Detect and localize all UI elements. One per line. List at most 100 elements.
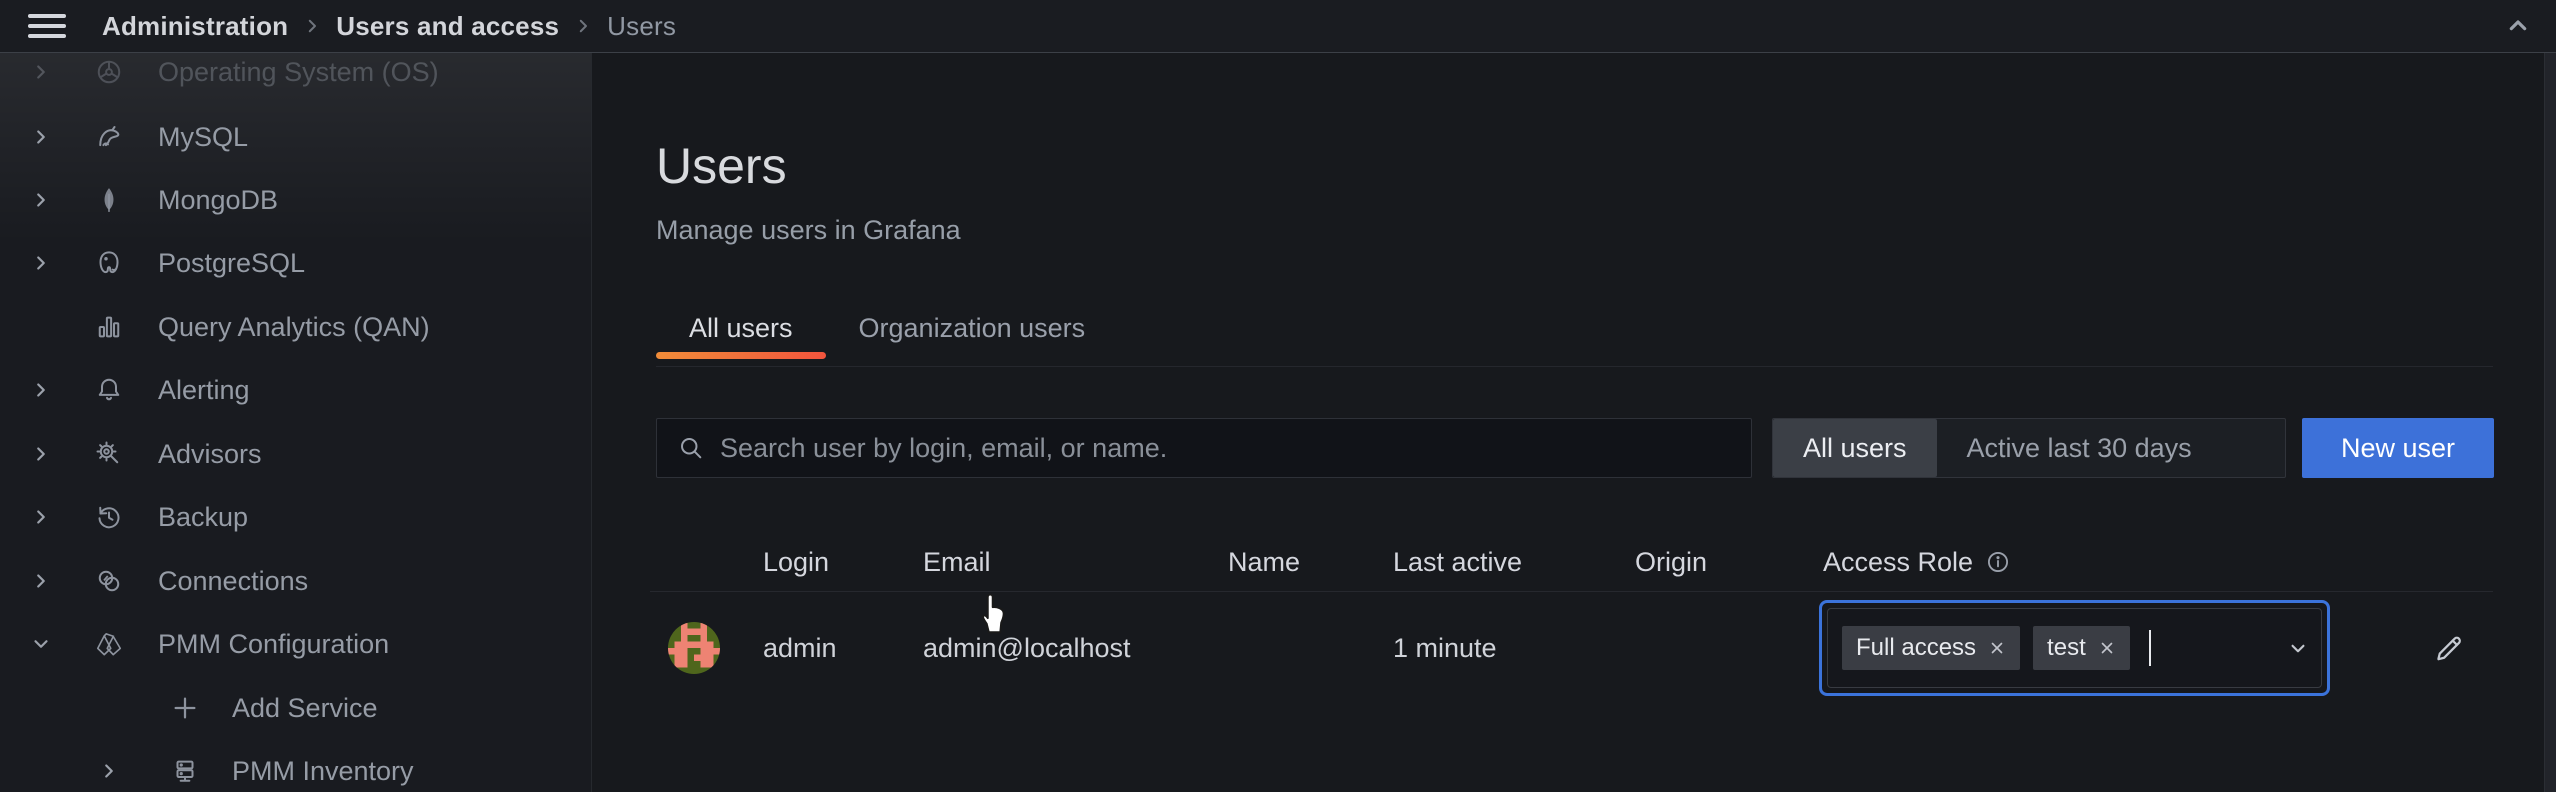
breadcrumb-users: Users	[607, 11, 676, 42]
chevron-right-icon[interactable]	[30, 126, 52, 148]
breadcrumb-administration[interactable]: Administration	[102, 11, 288, 42]
role-tag-label: Full access	[1856, 634, 1976, 662]
chevron-right-icon[interactable]	[30, 252, 52, 274]
sidebar-item-label: MySQL	[158, 122, 248, 153]
header-email: Email	[905, 547, 1210, 578]
sidebar-item-label: Backup	[158, 502, 248, 533]
menu-toggle-icon[interactable]	[28, 14, 66, 38]
sidebar-item-postgresql[interactable]: PostgreSQL	[0, 235, 591, 291]
new-user-button[interactable]: New user	[2302, 418, 2494, 478]
search-icon	[677, 434, 705, 462]
role-tag-test: test	[2033, 626, 2130, 670]
header-origin: Origin	[1617, 547, 1805, 578]
sidebar-item-label: Connections	[158, 566, 308, 597]
filter-all-users[interactable]: All users	[1773, 419, 1937, 477]
chevron-right-icon[interactable]	[30, 570, 52, 592]
access-role-picker[interactable]: Full access test	[1819, 600, 2330, 696]
sidebar-item-label: Alerting	[158, 375, 250, 406]
mongodb-icon	[94, 185, 124, 215]
tab-organization-users[interactable]: Organization users	[826, 300, 1119, 356]
os-icon	[94, 57, 124, 87]
chevron-right-icon[interactable]	[30, 379, 52, 401]
page-subtitle: Manage users in Grafana	[656, 215, 961, 246]
top-bar: Administration Users and access Users	[0, 0, 2556, 53]
cell-email[interactable]: admin@localhost	[905, 633, 1210, 664]
avatar[interactable]	[668, 622, 745, 674]
tab-bar: All users Organization users	[656, 300, 1118, 356]
tab-all-users[interactable]: All users	[656, 300, 826, 356]
access-role-picker-input[interactable]: Full access test	[1827, 608, 2322, 688]
cell-access-role: Full access test	[1805, 600, 2400, 696]
remove-tag-icon[interactable]	[1988, 639, 2006, 657]
sidebar-item-label: Operating System (OS)	[158, 57, 439, 88]
chevron-down-icon[interactable]	[2285, 635, 2311, 661]
search-input[interactable]: Search user by login, email, or name.	[656, 418, 1752, 478]
pmm-configuration-icon	[94, 629, 124, 659]
sidebar-item-connections[interactable]: Connections	[0, 553, 591, 609]
role-tag-label: test	[2047, 634, 2086, 662]
alerting-icon	[94, 375, 124, 405]
header-login: Login	[745, 547, 905, 578]
edit-user-button[interactable]	[2400, 631, 2493, 665]
sidebar-item-label: PMM Inventory	[232, 756, 414, 787]
connections-icon	[94, 566, 124, 596]
chevron-up-icon[interactable]	[2502, 10, 2534, 42]
user-filter-group: All users Active last 30 days	[1772, 418, 2286, 478]
sidebar-item-mysql[interactable]: MySQL	[0, 109, 591, 165]
role-tag-full-access: Full access	[1842, 626, 2020, 670]
sidebar-item-advisors[interactable]: Advisors	[0, 426, 591, 482]
page-title: Users	[656, 137, 787, 195]
tab-bar-divider	[656, 366, 2493, 367]
nav-sidebar: Operating System (OS) MySQL MongoDB Post…	[0, 53, 592, 792]
chevron-down-icon[interactable]	[30, 633, 52, 655]
sidebar-item-pmm-inventory[interactable]: PMM Inventory	[0, 743, 591, 792]
chevron-right-icon[interactable]	[30, 61, 52, 83]
filter-label: All users	[1803, 433, 1907, 464]
chevron-right-icon[interactable]	[30, 443, 52, 465]
table-row: admin admin@localhost 1 minute Full acce…	[650, 592, 2493, 704]
sidebar-item-pmm-configuration[interactable]: PMM Configuration	[0, 616, 591, 672]
pencil-icon	[2432, 631, 2466, 665]
filter-label: Active last 30 days	[1967, 433, 2192, 464]
users-table: Login Email Name Last active Origin Acce…	[650, 533, 2493, 704]
remove-tag-icon[interactable]	[2098, 639, 2116, 657]
sidebar-item-add-service[interactable]: Add Service	[0, 680, 591, 736]
cell-last-active: 1 minute	[1375, 633, 1617, 664]
tab-label: All users	[689, 313, 793, 344]
chevron-right-icon[interactable]	[98, 760, 120, 782]
main-content: Users Manage users in Grafana All users …	[592, 53, 2544, 792]
chevron-right-icon[interactable]	[30, 189, 52, 211]
sidebar-item-label: Query Analytics (QAN)	[158, 312, 430, 343]
header-name: Name	[1210, 547, 1375, 578]
header-access-role: Access Role	[1805, 547, 2400, 578]
postgresql-icon	[94, 248, 124, 278]
plus-icon	[170, 693, 200, 723]
backup-icon	[94, 502, 124, 532]
header-last-active: Last active	[1375, 547, 1617, 578]
chevron-right-icon	[574, 17, 592, 35]
scrollbar-gutter[interactable]	[2544, 53, 2556, 792]
tab-label: Organization users	[859, 313, 1086, 344]
chevron-right-icon	[303, 17, 321, 35]
sidebar-item-alerting[interactable]: Alerting	[0, 362, 591, 418]
sidebar-item-label: Advisors	[158, 439, 262, 470]
info-icon[interactable]	[1985, 549, 2011, 575]
cell-login[interactable]: admin	[745, 633, 905, 664]
chevron-right-icon[interactable]	[30, 506, 52, 528]
search-placeholder: Search user by login, email, or name.	[720, 433, 1167, 464]
text-caret	[2149, 630, 2151, 666]
sidebar-item-label: MongoDB	[158, 185, 278, 216]
toolbar: Search user by login, email, or name. Al…	[592, 418, 2544, 478]
qan-icon	[94, 312, 124, 342]
breadcrumb: Administration Users and access Users	[102, 11, 676, 42]
sidebar-item-backup[interactable]: Backup	[0, 489, 591, 545]
sidebar-item-mongodb[interactable]: MongoDB	[0, 172, 591, 228]
filter-active-last-30-days[interactable]: Active last 30 days	[1937, 419, 2222, 477]
sidebar-item-label: Add Service	[232, 693, 378, 724]
avatar-cell	[650, 622, 745, 674]
inventory-icon	[170, 756, 200, 786]
sidebar-item-label: PMM Configuration	[158, 629, 389, 660]
sidebar-item-query-analytics[interactable]: Query Analytics (QAN)	[0, 299, 591, 355]
breadcrumb-users-and-access[interactable]: Users and access	[336, 11, 559, 42]
sidebar-item-label: PostgreSQL	[158, 248, 305, 279]
